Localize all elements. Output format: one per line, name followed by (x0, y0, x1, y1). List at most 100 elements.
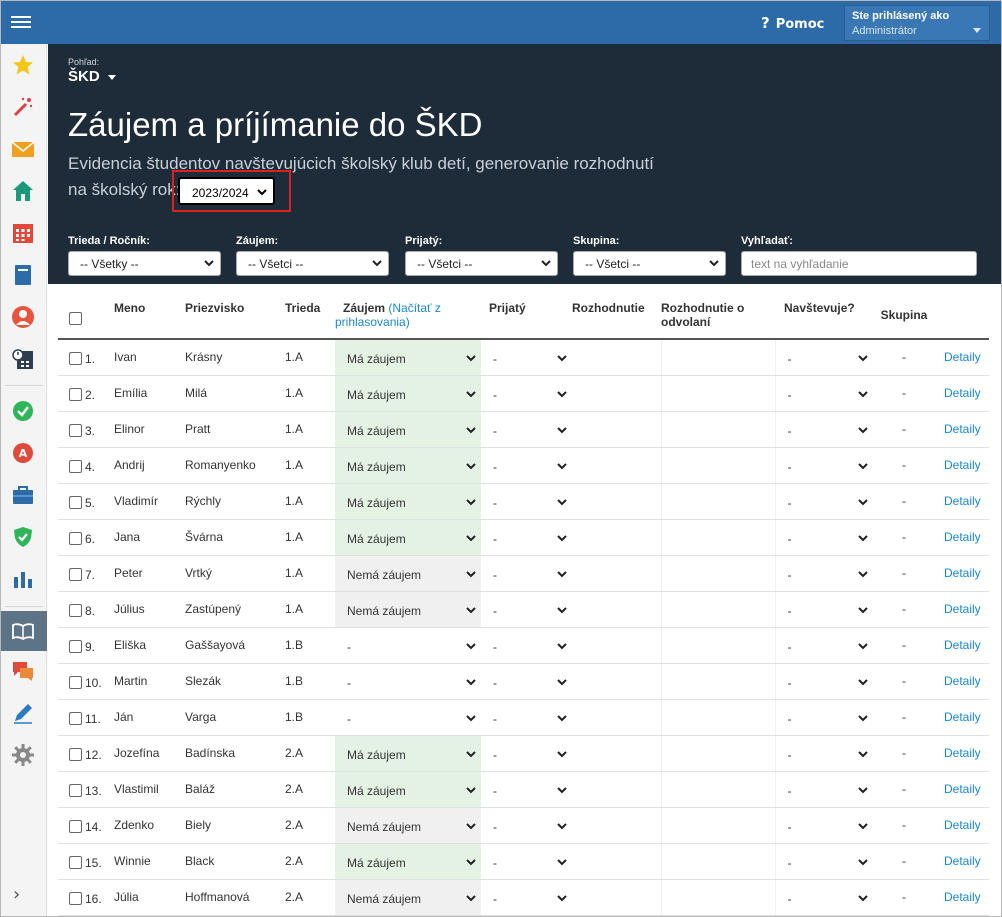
accepted-select[interactable]: - (481, 556, 572, 591)
home-icon[interactable] (11, 179, 35, 203)
detail-link[interactable]: Detaily (944, 458, 981, 472)
search-input[interactable] (741, 251, 977, 276)
shield-check-icon[interactable] (11, 525, 35, 549)
interest-select[interactable]: Nemá záujem (335, 556, 481, 591)
detail-link[interactable]: Detaily (944, 674, 981, 688)
magic-wand-icon[interactable] (11, 95, 35, 119)
interest-select[interactable]: Má záujem (335, 412, 481, 447)
view-switcher[interactable]: ŠKD (68, 68, 116, 85)
detail-link[interactable]: Detaily (944, 386, 981, 400)
interest-select[interactable]: - (335, 664, 481, 699)
detail-link[interactable]: Detaily (944, 818, 981, 832)
interest-select[interactable]: Má záujem (335, 484, 481, 519)
accepted-select[interactable]: - (481, 376, 572, 411)
interest-select[interactable]: Má záujem (335, 844, 481, 879)
interest-select[interactable]: - (335, 628, 481, 663)
detail-link[interactable]: Detaily (944, 890, 981, 904)
detail-link[interactable]: Detaily (944, 854, 981, 868)
attends-select[interactable]: - (776, 844, 874, 879)
group-filter-select[interactable]: -- Všetci -- (573, 251, 726, 276)
bar-chart-icon[interactable] (11, 567, 35, 591)
accepted-filter-select[interactable]: -- Všetci -- (405, 251, 558, 276)
menu-icon[interactable] (11, 13, 31, 31)
interest-select[interactable]: Má záujem (335, 736, 481, 771)
row-checkbox[interactable] (69, 784, 82, 798)
row-checkbox[interactable] (69, 424, 82, 438)
row-checkbox[interactable] (69, 856, 82, 870)
interest-select[interactable]: Má záujem (335, 376, 481, 411)
accepted-select[interactable]: - (481, 844, 572, 879)
gear-icon[interactable] (11, 743, 35, 767)
accepted-select[interactable]: - (481, 448, 572, 483)
detail-link[interactable]: Detaily (944, 782, 981, 796)
attends-select[interactable]: - (776, 772, 874, 807)
year-select[interactable]: 2023/2024 (178, 177, 275, 205)
attends-select[interactable]: - (776, 448, 874, 483)
row-checkbox[interactable] (69, 460, 82, 474)
row-checkbox[interactable] (69, 892, 82, 906)
pen-icon[interactable] (11, 701, 35, 725)
attends-select[interactable]: - (776, 412, 874, 447)
detail-link[interactable]: Detaily (944, 566, 981, 580)
attends-select[interactable]: - (776, 700, 874, 735)
detail-link[interactable]: Detaily (944, 350, 981, 364)
accepted-select[interactable]: - (481, 808, 572, 843)
class-filter-select[interactable]: -- Všetky -- (68, 251, 221, 276)
accepted-select[interactable]: - (481, 484, 572, 519)
row-checkbox[interactable] (69, 532, 82, 546)
attends-select[interactable]: - (776, 808, 874, 843)
interest-select[interactable]: Nemá záujem (335, 808, 481, 843)
chat-icon[interactable] (11, 659, 35, 683)
accepted-select[interactable]: - (481, 880, 572, 915)
detail-link[interactable]: Detaily (944, 710, 981, 724)
interest-select[interactable]: Nemá záujem (335, 880, 481, 915)
row-checkbox[interactable] (69, 748, 82, 762)
accepted-select[interactable]: - (481, 412, 572, 447)
attends-select[interactable]: - (776, 664, 874, 699)
schedule-icon[interactable] (11, 347, 35, 371)
attends-select[interactable]: - (776, 628, 874, 663)
attends-select[interactable]: - (776, 736, 874, 771)
attends-select[interactable]: - (776, 556, 874, 591)
row-checkbox[interactable] (69, 712, 82, 726)
interest-filter-select[interactable]: -- Všetci -- (236, 251, 389, 276)
star-icon[interactable] (11, 53, 35, 77)
row-checkbox[interactable] (69, 604, 82, 618)
row-checkbox[interactable] (69, 496, 82, 510)
accepted-select[interactable]: - (481, 340, 572, 375)
detail-link[interactable]: Detaily (944, 422, 981, 436)
calendar-icon[interactable] (11, 221, 35, 245)
interest-select[interactable]: Má záujem (335, 772, 481, 807)
row-checkbox[interactable] (69, 640, 82, 654)
accepted-select[interactable]: - (481, 772, 572, 807)
row-checkbox[interactable] (69, 676, 82, 690)
expand-icon[interactable]: › (13, 884, 20, 905)
book-icon[interactable] (11, 263, 35, 287)
mail-icon[interactable] (11, 137, 35, 161)
check-circle-icon[interactable] (11, 399, 35, 423)
interest-select[interactable]: Má záujem (335, 340, 481, 375)
briefcase-icon[interactable] (11, 483, 35, 507)
row-checkbox[interactable] (69, 388, 82, 402)
detail-link[interactable]: Detaily (944, 638, 981, 652)
detail-link[interactable]: Detaily (944, 530, 981, 544)
grade-icon[interactable]: A (11, 441, 35, 465)
detail-link[interactable]: Detaily (944, 602, 981, 616)
attends-select[interactable]: - (776, 592, 874, 627)
accepted-select[interactable]: - (481, 736, 572, 771)
attends-select[interactable]: - (776, 484, 874, 519)
attends-select[interactable]: - (776, 340, 874, 375)
row-checkbox[interactable] (69, 352, 82, 366)
attends-select[interactable]: - (776, 520, 874, 555)
select-all-checkbox[interactable] (69, 312, 82, 325)
row-checkbox[interactable] (69, 568, 82, 582)
help-button[interactable]: ? Pomoc (761, 14, 824, 32)
detail-link[interactable]: Detaily (944, 494, 981, 508)
open-book-icon[interactable] (11, 619, 35, 643)
accepted-select[interactable]: - (481, 628, 572, 663)
row-checkbox[interactable] (69, 820, 82, 834)
accepted-select[interactable]: - (481, 520, 572, 555)
interest-select[interactable]: Má záujem (335, 520, 481, 555)
detail-link[interactable]: Detaily (944, 746, 981, 760)
accepted-select[interactable]: - (481, 592, 572, 627)
